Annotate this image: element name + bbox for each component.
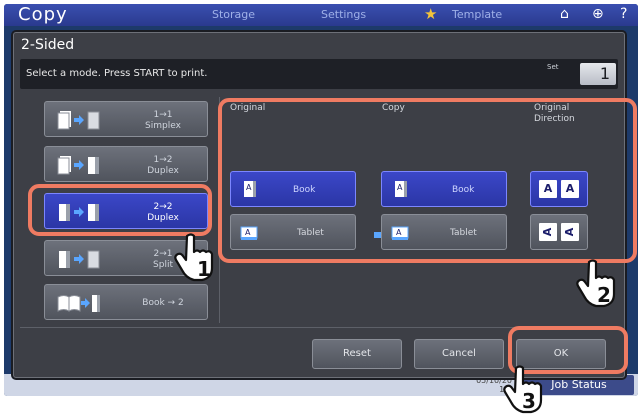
mode-code: 1→2	[153, 155, 173, 165]
globe-icon[interactable]: ⊕	[592, 6, 604, 22]
help-icon[interactable]: ?	[620, 6, 627, 22]
set-label: Set	[547, 63, 559, 71]
mode-code: 1→1	[153, 110, 173, 120]
simplex-to-duplex-icon	[57, 156, 99, 175]
pointing-hand-icon: 3	[503, 365, 543, 414]
tab-template[interactable]: Template	[452, 8, 502, 21]
mode-1-1-simplex[interactable]: 1→1 Simplex	[44, 101, 208, 137]
star-icon: ★	[424, 5, 438, 23]
cancel-button[interactable]: Cancel	[414, 339, 504, 369]
dialog-title: 2-Sided	[21, 37, 75, 53]
mode-label: 1→2 Duplex	[125, 155, 201, 177]
home-icon[interactable]: ⌂	[560, 6, 569, 22]
pointing-hand-icon: 2	[576, 259, 616, 308]
instruction-message: Select a mode. Press START to print.	[26, 68, 208, 79]
step-number: 3	[522, 389, 536, 413]
duplex-to-simplex-icon	[59, 250, 100, 269]
manual-illustration: Copy Storage Settings ★ Template ⌂ ⊕ ? 0…	[0, 0, 640, 417]
background-app-title: Copy	[18, 4, 68, 25]
step-number: 2	[597, 283, 611, 307]
tab-storage[interactable]: Storage	[212, 8, 255, 21]
callout-highlight-step-2	[218, 98, 637, 263]
book-to-duplex-icon	[57, 295, 100, 312]
mode-book-to-2[interactable]: Book → 2	[44, 284, 208, 320]
top-bar: Copy Storage Settings ★ Template ⌂ ⊕ ?	[4, 4, 638, 26]
tab-settings[interactable]: Settings	[321, 8, 366, 21]
set-count[interactable]: 1	[580, 63, 616, 85]
message-bar: Select a mode. Press START to print. Set…	[20, 59, 618, 89]
reset-button[interactable]: Reset	[312, 339, 402, 369]
mode-name: Simplex	[145, 121, 181, 131]
step-number: 1	[197, 257, 211, 281]
mode-label: 1→1 Simplex	[125, 110, 201, 132]
mode-name: Duplex	[147, 166, 179, 176]
callout-highlight-step-1	[28, 184, 212, 236]
mode-label: Book → 2	[142, 298, 184, 308]
pointing-hand-icon: 1	[174, 233, 214, 282]
mode-1-2-duplex[interactable]: 1→2 Duplex	[44, 146, 208, 182]
simplex-to-simplex-icon	[57, 111, 100, 130]
